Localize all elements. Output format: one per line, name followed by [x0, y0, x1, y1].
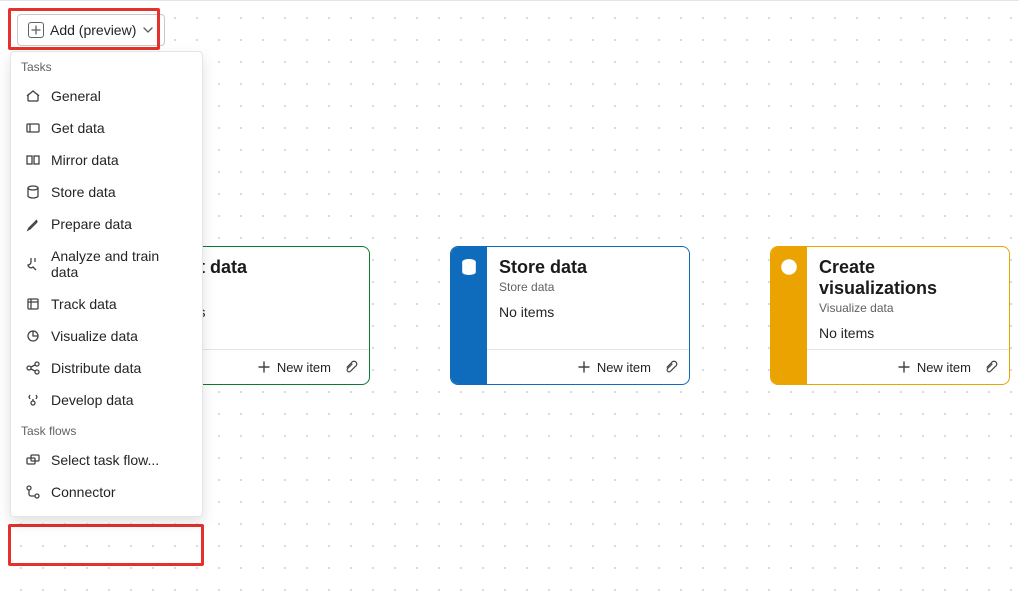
menu-item-track-data[interactable]: Track data	[11, 288, 202, 320]
get-data-icon	[25, 120, 41, 136]
add-preview-button[interactable]: Add (preview)	[17, 14, 165, 46]
card-title: Store data	[499, 257, 677, 278]
card-noitems: No items	[499, 304, 677, 320]
menu-item-distribute-data[interactable]: Distribute data	[11, 352, 202, 384]
new-item-button[interactable]: New item	[897, 360, 971, 375]
new-item-button[interactable]: New item	[257, 360, 331, 375]
visualize-data-icon	[25, 328, 41, 344]
card-create-visualizations[interactable]: Create visualizations Visualize data No …	[770, 246, 1010, 385]
menu-item-develop-data[interactable]: Develop data	[11, 384, 202, 416]
attach-icon[interactable]	[339, 356, 361, 378]
mirror-data-icon	[25, 152, 41, 168]
menu-item-label: Prepare data	[51, 216, 132, 232]
menu-item-label: Connector	[51, 484, 116, 500]
menu-item-label: Develop data	[51, 392, 134, 408]
plus-icon	[897, 360, 911, 374]
menu-item-label: Store data	[51, 184, 116, 200]
menu-item-label: Track data	[51, 296, 117, 312]
attach-icon[interactable]	[659, 356, 681, 378]
card-subtitle: Store data	[499, 280, 677, 294]
track-data-icon	[25, 296, 41, 312]
develop-data-icon	[25, 392, 41, 408]
new-item-label: New item	[277, 360, 331, 375]
card-title: ect data	[179, 257, 357, 278]
menu-item-label: Get data	[51, 120, 105, 136]
menu-item-label: Distribute data	[51, 360, 141, 376]
card-store-data[interactable]: Store data Store data No items New item	[450, 246, 690, 385]
connector-icon	[25, 484, 41, 500]
store-data-icon	[25, 184, 41, 200]
general-icon	[25, 88, 41, 104]
menu-item-label: Visualize data	[51, 328, 138, 344]
menu-item-get-data[interactable]: Get data	[11, 112, 202, 144]
analyze-icon	[25, 256, 41, 272]
menu-section-tasks: Tasks	[11, 52, 202, 80]
plus-icon	[257, 360, 271, 374]
menu-item-label: Mirror data	[51, 152, 119, 168]
plus-icon	[28, 22, 44, 38]
prepare-data-icon	[25, 216, 41, 232]
menu-section-task-flows: Task flows	[11, 416, 202, 444]
attach-icon[interactable]	[979, 356, 1001, 378]
task-flow-icon	[25, 452, 41, 468]
menu-item-select-task-flow[interactable]: Select task flow...	[11, 444, 202, 476]
card-row: ect data ta ems New item Store data St	[130, 246, 1010, 385]
new-item-label: New item	[597, 360, 651, 375]
new-item-label: New item	[917, 360, 971, 375]
menu-item-visualize-data[interactable]: Visualize data	[11, 320, 202, 352]
menu-item-general[interactable]: General	[11, 80, 202, 112]
card-noitems: No items	[819, 325, 997, 341]
chevron-down-icon	[142, 24, 154, 36]
menu-item-label: Select task flow...	[51, 452, 159, 468]
card-subtitle: ta	[179, 280, 357, 294]
menu-item-mirror-data[interactable]: Mirror data	[11, 144, 202, 176]
add-menu: Tasks General Get data Mirror data Store…	[10, 51, 203, 517]
plus-icon	[577, 360, 591, 374]
menu-item-analyze-train-data[interactable]: Analyze and train data	[11, 240, 202, 288]
add-button-label: Add (preview)	[50, 22, 136, 38]
card-stripe	[451, 247, 487, 384]
distribute-data-icon	[25, 360, 41, 376]
card-noitems: ems	[179, 304, 357, 320]
card-title: Create visualizations	[819, 257, 997, 299]
menu-item-connector[interactable]: Connector	[11, 476, 202, 508]
menu-item-prepare-data[interactable]: Prepare data	[11, 208, 202, 240]
menu-item-label: Analyze and train data	[51, 248, 188, 280]
card-subtitle: Visualize data	[819, 301, 997, 315]
new-item-button[interactable]: New item	[577, 360, 651, 375]
card-stripe	[771, 247, 807, 384]
menu-item-label: General	[51, 88, 101, 104]
menu-item-store-data[interactable]: Store data	[11, 176, 202, 208]
